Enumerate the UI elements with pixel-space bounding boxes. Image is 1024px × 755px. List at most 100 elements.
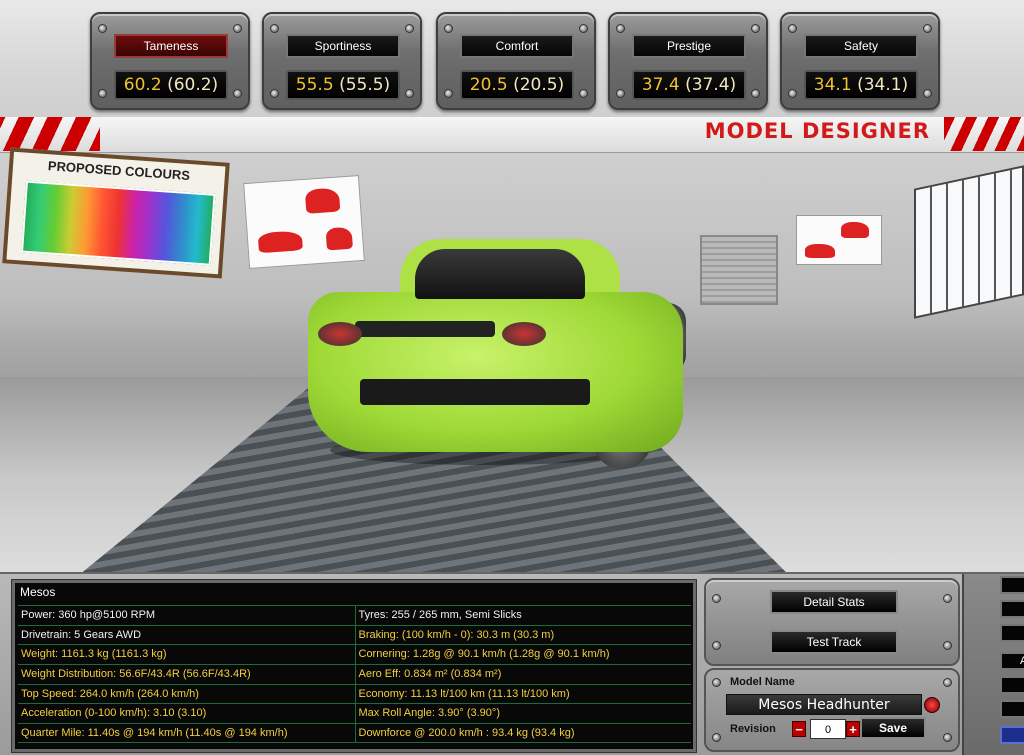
screw-icon — [616, 24, 625, 33]
screw-icon — [943, 594, 952, 603]
car-sketch-icon — [325, 226, 353, 251]
stat-cell: Weight: 1161.3 kg (1161.3 kg) — [21, 648, 167, 661]
car-plate-recess — [355, 321, 495, 337]
garage-window — [914, 165, 1024, 319]
stat-cell: Quarter Mile: 11.40s @ 194 km/h (11.40s … — [21, 727, 288, 740]
screw-icon — [405, 89, 414, 98]
stats-row: Weight: 1161.3 kg (1161.3 kg) Cornering:… — [18, 644, 692, 665]
stat-comfort: Comfort 20.5 (20.5) — [436, 12, 596, 110]
stat-value: 55.5 (55.5) — [286, 70, 400, 100]
test-track-button[interactable]: Test Track — [770, 630, 898, 654]
stat-bar: Tameness 60.2 (60.2) Sportiness 55.5 (55… — [0, 0, 1024, 117]
screw-icon — [270, 89, 279, 98]
stat-cell: Tyres: 255 / 265 mm, Semi Slicks — [354, 606, 692, 625]
stat-safety: Safety 34.1 (34.1) — [780, 12, 940, 110]
stats-row: Power: 360 hp@5100 RPM Tyres: 255 / 265 … — [18, 605, 691, 625]
model-name-panel: Model Name Mesos Headhunter Revision − 0… — [704, 668, 960, 752]
screw-icon — [751, 89, 760, 98]
side-button[interactable] — [1000, 676, 1024, 694]
revision-decrement-button[interactable]: − — [792, 721, 806, 737]
page-title: MODEL DESIGNER — [704, 119, 930, 143]
side-button[interactable] — [1000, 624, 1024, 642]
screw-icon — [923, 89, 932, 98]
stat-label[interactable]: Tameness — [114, 34, 228, 58]
stat-value: 20.5 (20.5) — [460, 70, 574, 100]
screw-icon — [751, 24, 760, 33]
screw-icon — [712, 594, 721, 603]
screw-icon — [923, 24, 932, 33]
side-button-column: A — [962, 574, 1024, 755]
screw-icon — [788, 89, 797, 98]
screw-icon — [616, 89, 625, 98]
stat-cell: Max Roll Angle: 3.90° (3.90°) — [354, 704, 692, 724]
screw-icon — [405, 24, 414, 33]
side-button[interactable] — [1000, 700, 1024, 718]
stat-cell: Aero Eff: 0.834 m² (0.834 m²) — [354, 665, 692, 684]
car-sketch-icon — [841, 222, 869, 238]
save-button[interactable]: Save — [860, 717, 926, 739]
stats-row: Top Speed: 264.0 km/h (264.0 km/h) Econo… — [18, 683, 691, 704]
screw-icon — [98, 89, 107, 98]
stats-header: Mesos — [20, 585, 56, 599]
car-stats-panel: Mesos Power: 360 hp@5100 RPM Tyres: 255 … — [11, 579, 697, 753]
side-button[interactable] — [1000, 576, 1024, 594]
stat-label[interactable]: Comfort — [460, 34, 574, 58]
stat-label[interactable]: Sportiness — [286, 34, 400, 58]
stats-row: Quarter Mile: 11.40s @ 194 km/h (11.40s … — [18, 723, 691, 743]
screw-icon — [788, 24, 797, 33]
car-tail-light — [502, 322, 546, 346]
stat-cell: Weight Distribution: 56.6F/43.4R (56.6F/… — [21, 668, 251, 681]
screw-icon — [444, 24, 453, 33]
stats-grid: Power: 360 hp@5100 RPM Tyres: 255 / 265 … — [18, 605, 691, 743]
car-sketch-icon — [805, 244, 835, 258]
screw-icon — [712, 641, 721, 650]
screw-icon — [233, 24, 242, 33]
car-sketch-icon — [304, 187, 341, 214]
side-button-a[interactable]: A — [1000, 652, 1024, 670]
car-rear-window — [415, 249, 585, 299]
car-sketch-poster — [243, 175, 365, 269]
red-stripes-decoration — [0, 117, 100, 151]
stat-label[interactable]: Safety — [804, 34, 918, 58]
car-sketch-icon — [257, 230, 303, 254]
side-button-active[interactable] — [1000, 726, 1024, 744]
screw-icon — [98, 24, 107, 33]
garage-viewport[interactable]: MODEL DESIGNER PROPOSED COLOURS — [0, 117, 1024, 572]
screw-icon — [712, 733, 721, 742]
stat-value: 34.1 (34.1) — [804, 70, 918, 100]
red-stripes-decoration — [944, 117, 1024, 151]
side-button[interactable] — [1000, 600, 1024, 618]
roller-door — [700, 235, 778, 305]
model-name-label: Model Name — [730, 676, 795, 688]
stats-row: Acceleration (0-100 km/h): 3.10 (3.10) M… — [18, 703, 692, 724]
stat-cell: Drivetrain: 5 Gears AWD — [21, 628, 142, 641]
colour-swatches — [21, 180, 216, 266]
stat-cell: Downforce @ 200.0 km/h : 93.4 kg (93.4 k… — [354, 724, 692, 742]
stat-cell: Top Speed: 264.0 km/h (264.0 km/h) — [21, 687, 199, 700]
car-model[interactable] — [308, 292, 683, 452]
action-button-panel: Detail Stats Test Track — [704, 578, 960, 666]
detail-stats-button[interactable]: Detail Stats — [770, 590, 898, 614]
screw-icon — [270, 24, 279, 33]
screw-icon — [943, 733, 952, 742]
screw-icon — [233, 89, 242, 98]
screw-icon — [943, 678, 952, 687]
model-name-input[interactable]: Mesos Headhunter — [726, 694, 922, 715]
screw-icon — [579, 89, 588, 98]
stat-label[interactable]: Prestige — [632, 34, 746, 58]
revision-label: Revision — [730, 723, 776, 735]
revision-increment-button[interactable]: + — [846, 721, 860, 737]
stat-cell: Cornering: 1.28g @ 90.1 km/h (1.28g @ 90… — [354, 645, 692, 665]
stat-cell: Power: 360 hp@5100 RPM — [21, 609, 156, 621]
stat-cell: Braking: (100 km/h - 0): 30.3 m (30.3 m) — [354, 625, 692, 645]
stat-sportiness: Sportiness 55.5 (55.5) — [262, 12, 422, 110]
screw-icon — [712, 678, 721, 687]
randomize-name-icon[interactable] — [924, 697, 940, 713]
stat-prestige: Prestige 37.4 (37.4) — [608, 12, 768, 110]
stat-value: 37.4 (37.4) — [632, 70, 746, 100]
bottom-panel: Mesos Power: 360 hp@5100 RPM Tyres: 255 … — [0, 572, 1024, 755]
car-rear-diffuser — [360, 379, 590, 405]
car-tail-light — [318, 322, 362, 346]
car-sketch-poster — [796, 215, 882, 265]
stat-value: 60.2 (60.2) — [114, 70, 228, 100]
